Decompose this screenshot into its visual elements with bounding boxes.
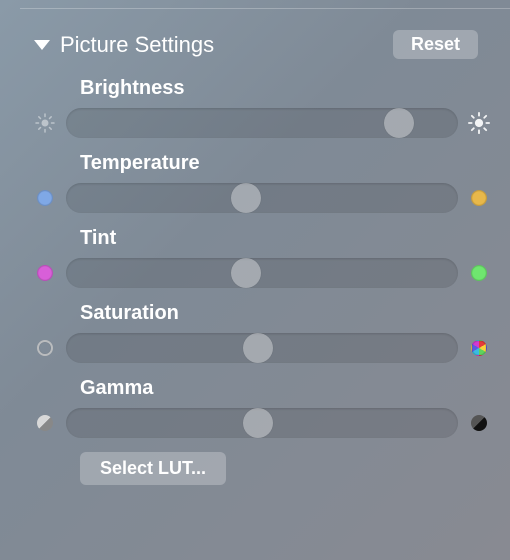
saturation-slider-thumb[interactable] xyxy=(243,333,273,363)
dim-sun-icon xyxy=(34,112,56,134)
saturation-control: Saturation xyxy=(20,302,490,363)
brightness-control: Brightness xyxy=(20,77,490,138)
saturation-slider[interactable] xyxy=(66,333,458,363)
cool-dot-icon xyxy=(34,187,56,209)
tint-label: Tint xyxy=(80,227,490,250)
picture-settings-panel: Picture Settings Reset Brightness xyxy=(0,0,510,485)
brightness-label: Brightness xyxy=(80,77,490,100)
select-lut-button[interactable]: Select LUT... xyxy=(80,452,226,485)
brightness-slider[interactable] xyxy=(66,108,458,138)
section-header: Picture Settings Reset xyxy=(20,30,490,59)
temperature-slider[interactable] xyxy=(66,183,458,213)
gamma-dark-icon xyxy=(468,412,490,434)
gray-dot-icon xyxy=(34,337,56,359)
section-title: Picture Settings xyxy=(60,32,385,58)
gamma-control: Gamma xyxy=(20,377,490,438)
reset-button[interactable]: Reset xyxy=(393,30,478,59)
bright-sun-icon xyxy=(468,112,490,134)
warm-dot-icon xyxy=(468,187,490,209)
gamma-light-icon xyxy=(34,412,56,434)
temperature-control: Temperature xyxy=(20,152,490,213)
disclosure-triangle-icon[interactable] xyxy=(34,40,50,50)
magenta-dot-icon xyxy=(34,262,56,284)
gamma-slider-thumb[interactable] xyxy=(243,408,273,438)
brightness-slider-thumb[interactable] xyxy=(384,108,414,138)
divider-line xyxy=(20,8,510,9)
lut-row: Select LUT... xyxy=(20,452,490,485)
tint-control: Tint xyxy=(20,227,490,288)
temperature-slider-thumb[interactable] xyxy=(231,183,261,213)
gamma-label: Gamma xyxy=(80,377,490,400)
color-wheel-icon xyxy=(468,337,490,359)
saturation-label: Saturation xyxy=(80,302,490,325)
temperature-label: Temperature xyxy=(80,152,490,175)
green-dot-icon xyxy=(468,262,490,284)
tint-slider[interactable] xyxy=(66,258,458,288)
tint-slider-thumb[interactable] xyxy=(231,258,261,288)
gamma-slider[interactable] xyxy=(66,408,458,438)
